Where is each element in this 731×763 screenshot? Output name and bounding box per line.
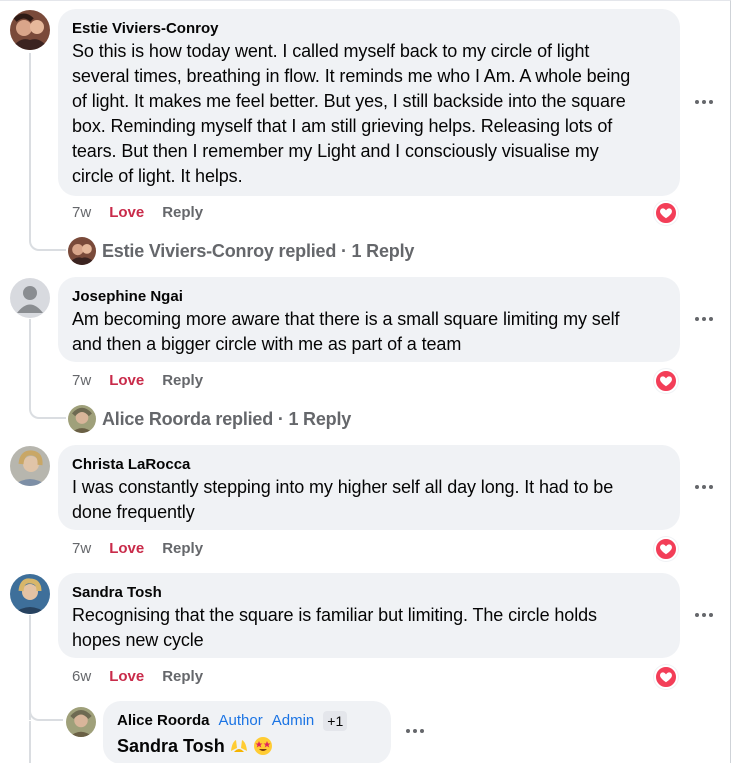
- love-button[interactable]: Love: [109, 371, 144, 391]
- mention-link[interactable]: Sandra Tosh: [117, 734, 225, 758]
- timestamp[interactable]: 7w: [72, 371, 91, 391]
- more-options-button[interactable]: [692, 92, 716, 112]
- thread-connector: [29, 201, 66, 251]
- comment-author[interactable]: Sandra Tosh: [72, 583, 666, 603]
- comment-text: of light. It makes me feel better. But y…: [72, 91, 626, 111]
- avatar[interactable]: [10, 574, 50, 614]
- reply-header: Alice Roorda Author Admin +1: [117, 711, 377, 731]
- reply-button[interactable]: Reply: [162, 539, 203, 559]
- comment-text: Am becoming more aware that there is a s…: [72, 309, 620, 329]
- star-struck-emoji-icon: [253, 737, 272, 755]
- timestamp[interactable]: 6w: [72, 667, 91, 687]
- timestamp[interactable]: 7w: [72, 539, 91, 559]
- comment-text: So this is how today went. I called myse…: [72, 41, 590, 61]
- love-button[interactable]: Love: [109, 539, 144, 559]
- more-options-button[interactable]: [692, 309, 716, 329]
- timestamp[interactable]: 7w: [72, 203, 91, 223]
- love-reaction-icon[interactable]: [654, 537, 678, 561]
- comment-text: Recognising that the square is familiar …: [72, 605, 597, 625]
- comment-actions: 6w Love Reply: [72, 667, 203, 687]
- comment-text: and then a bigger circle with me as part…: [72, 334, 462, 354]
- reply-button[interactable]: Reply: [162, 371, 203, 391]
- love-reaction-icon[interactable]: [654, 369, 678, 393]
- comment-text: hopes new cycle: [72, 630, 204, 650]
- comment-author[interactable]: Estie Viviers-Conroy: [72, 19, 666, 39]
- more-badges-button[interactable]: +1: [323, 711, 348, 731]
- comment-bubble: Estie Viviers-Conroy So this is how toda…: [58, 9, 680, 196]
- comment-bubble: Josephine Ngai Am becoming more aware th…: [58, 277, 680, 362]
- comment-text: box. Reminding myself that I am still gr…: [72, 116, 613, 136]
- comment-text: done frequently: [72, 502, 195, 522]
- reply-author[interactable]: Alice Roorda: [117, 711, 210, 731]
- more-options-button[interactable]: [692, 477, 716, 497]
- admin-badge[interactable]: Admin: [272, 711, 315, 731]
- comment-actions: 7w Love Reply: [72, 371, 203, 391]
- avatar: [68, 237, 96, 265]
- comment-bubble: Christa LaRocca I was constantly steppin…: [58, 445, 680, 530]
- default-avatar-icon[interactable]: [10, 278, 50, 318]
- comment-author[interactable]: Christa LaRocca: [72, 455, 666, 475]
- raised-hands-emoji-icon: [230, 740, 247, 752]
- love-reaction-icon[interactable]: [654, 201, 678, 225]
- reply-button[interactable]: Reply: [162, 667, 203, 687]
- more-options-button[interactable]: [403, 721, 427, 741]
- comment-text: I was constantly stepping into my higher…: [72, 477, 614, 497]
- thread-connector: [29, 381, 66, 419]
- love-button[interactable]: Love: [109, 203, 144, 223]
- comments-panel: Estie Viviers-Conroy So this is how toda…: [0, 0, 731, 763]
- view-replies-button[interactable]: Estie Viviers-Conroy replied · 1 Reply: [68, 236, 414, 266]
- reply-button[interactable]: Reply: [162, 203, 203, 223]
- love-button[interactable]: Love: [109, 667, 144, 687]
- avatar[interactable]: [10, 446, 50, 486]
- avatar: [68, 405, 96, 433]
- avatar[interactable]: [66, 707, 96, 737]
- thread-line: [29, 721, 31, 763]
- thread-connector: [29, 691, 63, 721]
- author-badge[interactable]: Author: [219, 711, 263, 731]
- comment-actions: 7w Love Reply: [72, 539, 203, 559]
- comment-text: circle of light. It helps.: [72, 166, 243, 186]
- avatar[interactable]: [10, 10, 50, 50]
- reply-bubble: Alice Roorda Author Admin +1 Sandra Tosh: [103, 701, 391, 763]
- comment-text: several times, breathing in flow. It rem…: [72, 66, 631, 86]
- view-replies-button[interactable]: Alice Roorda replied · 1 Reply: [68, 404, 351, 434]
- comment-text: tears. But then I remember my Light and …: [72, 141, 599, 161]
- love-reaction-icon[interactable]: [654, 665, 678, 689]
- reply-text: Sandra Tosh: [117, 734, 377, 758]
- comment-bubble: Sandra Tosh Recognising that the square …: [58, 573, 680, 658]
- comment-author[interactable]: Josephine Ngai: [72, 287, 666, 307]
- replies-label[interactable]: Estie Viviers-Conroy replied · 1 Reply: [102, 241, 414, 262]
- replies-label[interactable]: Alice Roorda replied · 1 Reply: [102, 409, 351, 430]
- more-options-button[interactable]: [692, 605, 716, 625]
- comment-actions: 7w Love Reply: [72, 203, 203, 223]
